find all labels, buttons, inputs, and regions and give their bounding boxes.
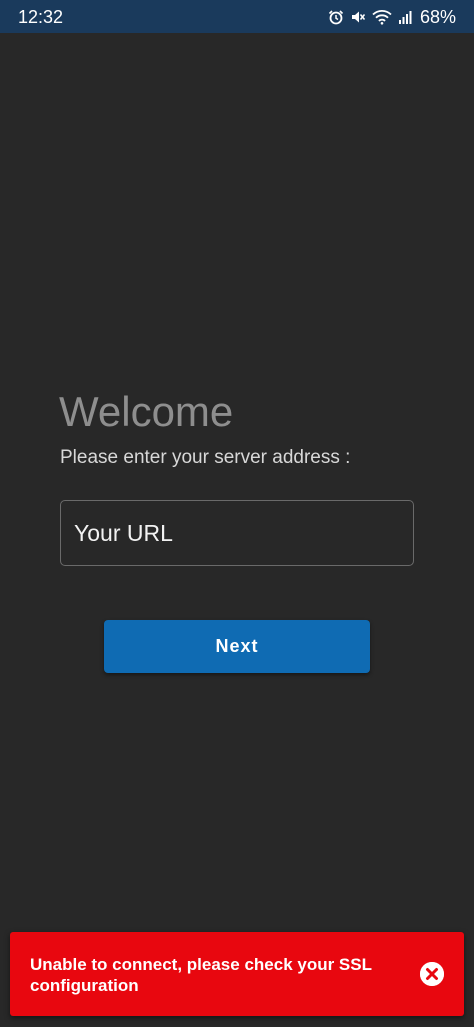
server-url-input[interactable] (60, 500, 414, 566)
next-button[interactable]: Next (104, 620, 370, 673)
status-time: 12:32 (18, 7, 64, 27)
error-message: Unable to connect, please check your SSL… (30, 955, 372, 995)
mute-icon (350, 9, 366, 25)
signal-icon (398, 9, 412, 25)
alarm-icon (328, 9, 344, 25)
server-address-prompt: Please enter your server address : (60, 447, 351, 468)
error-toast: Unable to connect, please check your SSL… (10, 932, 464, 1016)
welcome-title: Welcome (59, 388, 234, 435)
close-icon[interactable] (420, 962, 444, 986)
status-icons: 68% (328, 6, 456, 28)
status-bar: 12:32 68% (0, 0, 474, 33)
wifi-icon (372, 9, 392, 25)
battery-level: 68% (419, 7, 456, 27)
